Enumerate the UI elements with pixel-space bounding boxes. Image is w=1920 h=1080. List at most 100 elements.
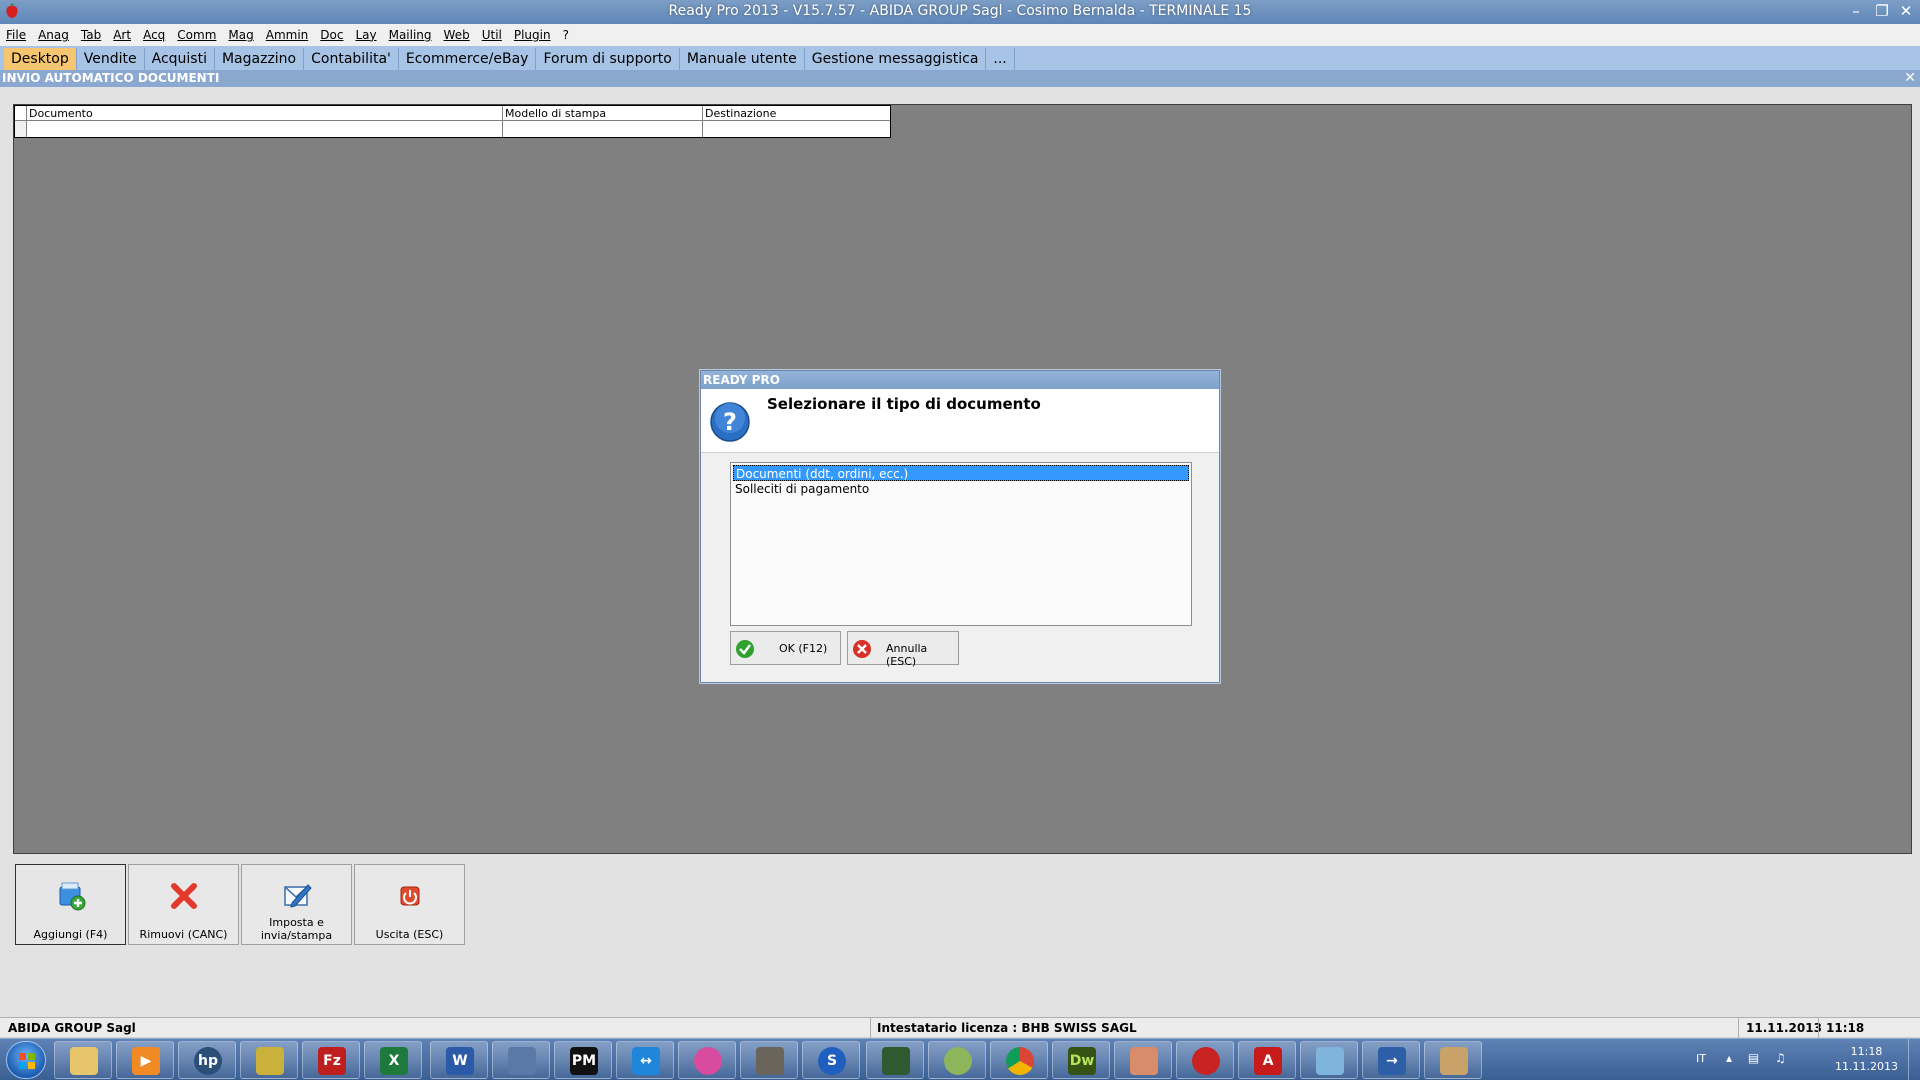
- menu-web[interactable]: Web: [444, 28, 470, 42]
- menu-mailing[interactable]: Mailing: [389, 28, 432, 42]
- start-button[interactable]: [6, 1041, 46, 1079]
- taskbar-notepad[interactable]: [1300, 1041, 1358, 1079]
- taskbar-ready-pro[interactable]: [1176, 1041, 1234, 1079]
- taskbar-dreamweaver[interactable]: Dw: [1052, 1041, 1110, 1079]
- taskbar-gimp[interactable]: [740, 1041, 798, 1079]
- skype-icon: S: [818, 1047, 846, 1075]
- document-grid[interactable]: Documento Modello di stampa Destinazione: [14, 105, 891, 138]
- taskbar-file-manager[interactable]: [240, 1041, 298, 1079]
- remove-button[interactable]: Rimuovi (CANC): [128, 864, 239, 945]
- taskbar-acrobat[interactable]: A: [1238, 1041, 1296, 1079]
- menu-comm[interactable]: Comm: [177, 28, 216, 42]
- show-desktop-button[interactable]: [1908, 1039, 1920, 1080]
- close-window-button[interactable]: ✕: [1894, 1, 1918, 21]
- paint-icon: [1440, 1047, 1468, 1075]
- power-exit-icon: [400, 886, 420, 906]
- dialog-header: ? Selezionare il tipo di documento: [701, 389, 1219, 453]
- status-bar: ABIDA GROUP Sagl Intestatario licenza : …: [0, 1017, 1920, 1038]
- taskbar-sync[interactable]: [928, 1041, 986, 1079]
- taskbar-media-player[interactable]: ▶: [116, 1041, 174, 1079]
- taskbar-pdf-convert[interactable]: →: [1362, 1041, 1420, 1079]
- edit-send-icon: [284, 884, 312, 908]
- network-icon: [508, 1047, 536, 1075]
- module-header: INVIO AUTOMATICO DOCUMENTI ✕: [0, 70, 1920, 87]
- tab-vendite[interactable]: Vendite: [77, 48, 145, 70]
- mail-icon: [1130, 1047, 1158, 1075]
- restore-button[interactable]: ❐: [1870, 1, 1894, 21]
- tray-icons[interactable]: ▴ ▤ ♫: [1726, 1051, 1792, 1065]
- tab-forum[interactable]: Forum di supporto: [536, 48, 680, 70]
- taskbar-mail[interactable]: [1114, 1041, 1172, 1079]
- picasa-icon: [694, 1047, 722, 1075]
- grid-cell-modello[interactable]: [503, 121, 703, 137]
- menu-art[interactable]: Art: [113, 28, 131, 42]
- menu-lay[interactable]: Lay: [355, 28, 376, 42]
- menu-anag[interactable]: Anag: [38, 28, 69, 42]
- list-item[interactable]: Solleciti di pagamento: [733, 481, 1189, 497]
- menu-mag[interactable]: Mag: [228, 28, 253, 42]
- file-manager-icon: [256, 1047, 284, 1075]
- grid-cell-documento[interactable]: [27, 121, 503, 137]
- taskbar-network[interactable]: [492, 1041, 550, 1079]
- tab-contabilita[interactable]: Contabilita': [304, 48, 399, 70]
- ok-button[interactable]: OK (F12): [730, 631, 841, 665]
- menu-plugin[interactable]: Plugin: [514, 28, 551, 42]
- menu-help[interactable]: ?: [563, 28, 569, 42]
- taskbar-chrome[interactable]: [990, 1041, 1048, 1079]
- status-separator: [1738, 1018, 1739, 1038]
- clock-time: 11:18: [1850, 1045, 1883, 1058]
- menu-util[interactable]: Util: [482, 28, 502, 42]
- language-indicator[interactable]: IT: [1696, 1052, 1706, 1065]
- exit-button[interactable]: Uscita (ESC): [354, 864, 465, 945]
- menu-bar: File Anag Tab Art Acq Comm Mag Ammin Doc…: [0, 24, 1920, 46]
- menu-ammin[interactable]: Ammin: [266, 28, 309, 42]
- taskbar-clock[interactable]: 11:18 11.11.2013: [1835, 1044, 1898, 1074]
- taskbar-skype[interactable]: S: [802, 1041, 860, 1079]
- column-header-modello[interactable]: Modello di stampa: [503, 106, 703, 121]
- list-item[interactable]: Documenti (ddt, ordini, ecc.): [733, 465, 1189, 481]
- taskbar-picasa[interactable]: [678, 1041, 736, 1079]
- column-header-documento[interactable]: Documento: [27, 106, 503, 121]
- set-send-button[interactable]: Imposta e invia/stampa: [241, 864, 352, 945]
- chrome-icon: [1006, 1047, 1034, 1075]
- column-header-destinazione[interactable]: Destinazione: [703, 106, 890, 121]
- remove-x-icon: [171, 883, 197, 909]
- menu-file[interactable]: File: [6, 28, 26, 42]
- document-type-dialog: READY PRO ? Selezionare il tipo di docum…: [700, 370, 1220, 683]
- cancel-button-label: Annulla (ESC): [886, 642, 928, 668]
- notepad-icon: [1316, 1047, 1344, 1075]
- tab-messaggistica[interactable]: Gestione messaggistica: [805, 48, 987, 70]
- menu-acq[interactable]: Acq: [143, 28, 165, 42]
- menu-tab[interactable]: Tab: [81, 28, 101, 42]
- minimize-button[interactable]: –: [1844, 1, 1868, 21]
- cancel-x-icon: [853, 640, 871, 658]
- tab-acquisti[interactable]: Acquisti: [145, 48, 215, 70]
- taskbar-word[interactable]: W: [430, 1041, 488, 1079]
- grid-cell-destinazione[interactable]: [703, 121, 890, 137]
- set-send-button-label: Imposta e invia/stampa: [260, 916, 333, 942]
- menu-doc[interactable]: Doc: [320, 28, 343, 42]
- taskbar-paint[interactable]: [1424, 1041, 1482, 1079]
- windows-taskbar: ▶ hp Fz X W PM ↔ S Dw A → IT ▴ ▤ ♫ 11:18…: [0, 1038, 1920, 1080]
- taskbar-explorer[interactable]: [54, 1041, 112, 1079]
- add-button[interactable]: Aggiungi (F4): [15, 864, 126, 945]
- status-license: Intestatario licenza : BHB SWISS SAGL: [877, 1021, 1137, 1035]
- taskbar-terminal[interactable]: [866, 1041, 924, 1079]
- taskbar-filezilla[interactable]: Fz: [302, 1041, 360, 1079]
- window-title: Ready Pro 2013 - V15.7.57 - ABIDA GROUP …: [668, 3, 1252, 19]
- grid-row-indicator[interactable]: [15, 121, 27, 137]
- tab-ecommerce[interactable]: Ecommerce/eBay: [399, 48, 537, 70]
- close-module-icon[interactable]: ✕: [1904, 70, 1916, 87]
- tab-manuale[interactable]: Manuale utente: [680, 48, 805, 70]
- taskbar-excel[interactable]: X: [364, 1041, 422, 1079]
- word-icon: W: [446, 1047, 474, 1075]
- taskbar-hp[interactable]: hp: [178, 1041, 236, 1079]
- acrobat-icon: A: [1254, 1047, 1282, 1075]
- tab-desktop[interactable]: Desktop: [4, 48, 77, 70]
- document-type-list[interactable]: Documenti (ddt, ordini, ecc.) Solleciti …: [730, 462, 1192, 626]
- taskbar-pm[interactable]: PM: [554, 1041, 612, 1079]
- cancel-button[interactable]: Annulla (ESC): [847, 631, 959, 668]
- taskbar-teamviewer[interactable]: ↔: [616, 1041, 674, 1079]
- tab-more[interactable]: ...: [986, 48, 1015, 70]
- tab-magazzino[interactable]: Magazzino: [215, 48, 305, 70]
